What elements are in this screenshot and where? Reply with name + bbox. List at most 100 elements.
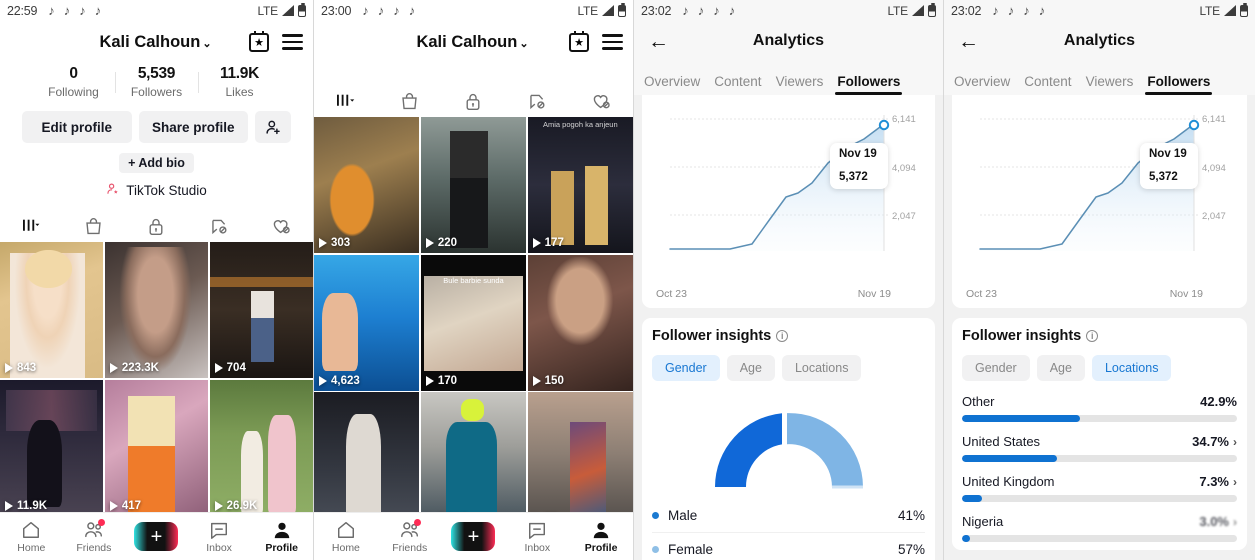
back-arrow-icon[interactable]: ← xyxy=(958,31,979,52)
video-cell[interactable]: 417 xyxy=(104,379,209,516)
followers-chart-card: 6,141 4,094 2,047 Nov 19 5,372 Oct 23 No… xyxy=(952,95,1247,308)
tab-viewers[interactable]: Viewers xyxy=(776,74,824,95)
profile-header: Kali Calhoun ⌄ ★ xyxy=(314,21,633,59)
nav-friends[interactable]: Friends xyxy=(378,519,442,554)
segment-gender[interactable]: Gender xyxy=(652,355,720,381)
y-tick-label: 6,141 xyxy=(1202,114,1226,125)
locations-list: Other 42.9% United States 34.7% › United… xyxy=(962,394,1237,542)
video-cell[interactable]: 223.3K xyxy=(104,242,209,378)
video-cell[interactable]: 26.9K xyxy=(209,379,313,516)
segment-age[interactable]: Age xyxy=(1036,355,1085,381)
profile-tab-videos[interactable] xyxy=(314,85,378,117)
tab-followers[interactable]: Followers xyxy=(1145,74,1213,95)
tiktok-studio-link[interactable]: TikTok Studio xyxy=(0,182,313,199)
followers-chart[interactable]: 6,141 4,094 2,047 Nov 19 5,372 xyxy=(962,101,1237,286)
add-bio-button[interactable]: + Add bio xyxy=(119,153,194,173)
video-cell[interactable]: 704 xyxy=(209,242,313,378)
video-cell[interactable]: 150 xyxy=(527,254,633,391)
lock-private-icon xyxy=(150,218,163,235)
profile-tab-repost[interactable] xyxy=(505,85,569,117)
stat-following[interactable]: 0 Following xyxy=(33,65,115,99)
segment-locations[interactable]: Locations xyxy=(1091,355,1172,381)
profile-tab-shop[interactable] xyxy=(63,210,126,242)
profile-tab-videos[interactable] xyxy=(0,210,63,242)
profile-tab-shop[interactable] xyxy=(378,85,442,117)
location-percent: 34.7% xyxy=(1192,434,1229,449)
nav-home[interactable]: Home xyxy=(0,519,63,554)
segment-gender[interactable]: Gender xyxy=(962,355,1030,381)
inbox-icon xyxy=(505,519,569,541)
hamburger-menu-icon[interactable] xyxy=(602,34,623,50)
calendar-star-icon[interactable]: ★ xyxy=(569,30,589,52)
profile-header: Kali Calhoun ⌄ ★ xyxy=(0,21,313,59)
video-grid: 843 223.3K 704 11.9K 417 26.9K xyxy=(0,242,313,516)
followers-chart[interactable]: 6,141 4,094 2,047 Nov 19 5,372 xyxy=(652,101,925,286)
video-cell[interactable]: 4,623 xyxy=(314,254,420,391)
create-plus-icon[interactable]: + xyxy=(451,522,496,551)
video-view-count-wrap: 11.9K xyxy=(5,500,47,512)
shopping-bag-icon xyxy=(402,92,417,109)
segment-age[interactable]: Age xyxy=(726,355,775,381)
panel-profile-1: 22:59 ♪ ♪ ♪ ♪ LTE Kali Calhoun ⌄ ★ 0 Fol… xyxy=(0,0,314,560)
nav-friends[interactable]: Friends xyxy=(63,519,126,554)
nav-label: Home xyxy=(17,542,46,554)
video-cell[interactable]: 843 xyxy=(0,242,104,378)
create-plus-icon[interactable]: + xyxy=(134,522,179,551)
add-person-icon[interactable] xyxy=(255,111,291,143)
profile-tabs xyxy=(314,85,633,117)
tooltip-date: Nov 19 xyxy=(1149,148,1187,160)
tab-overview[interactable]: Overview xyxy=(954,74,1010,95)
location-row[interactable]: Nigeria 3.0% › xyxy=(962,514,1237,542)
location-row[interactable]: United Kingdom 7.3% › xyxy=(962,474,1237,502)
tab-viewers[interactable]: Viewers xyxy=(1086,74,1134,95)
nav-profile[interactable]: Profile xyxy=(569,519,633,554)
profile-tab-repost[interactable] xyxy=(188,210,251,242)
stat-likes[interactable]: 11.9K Likes xyxy=(199,65,281,99)
video-cell[interactable]: Amia pogoh ka anjeun 177 xyxy=(527,117,633,253)
video-cell[interactable]: 121 xyxy=(314,392,420,528)
nav-home[interactable]: Home xyxy=(314,519,378,554)
video-cell[interactable]: Bule barbie sunda 170 xyxy=(420,254,527,391)
segment-locations[interactable]: Locations xyxy=(781,355,862,381)
video-view-count-wrap: 150 xyxy=(532,375,564,387)
share-profile-button[interactable]: Share profile xyxy=(138,111,248,143)
chevron-right-icon[interactable]: › xyxy=(1233,515,1237,529)
video-cell[interactable]: 303 xyxy=(314,117,420,253)
inbox-icon xyxy=(188,519,251,541)
nav-inbox[interactable]: Inbox xyxy=(505,519,569,554)
chevron-right-icon[interactable]: › xyxy=(1233,435,1237,449)
x-tick-start: Oct 23 xyxy=(966,288,997,300)
profile-username-button[interactable]: Kali Calhoun ⌄ xyxy=(10,33,249,52)
nav-create[interactable]: + xyxy=(442,522,506,551)
profile-tab-liked[interactable] xyxy=(250,210,313,242)
video-cell[interactable]: 3,104 xyxy=(420,392,527,528)
video-cell[interactable]: 11.9K xyxy=(0,379,104,516)
hamburger-menu-icon[interactable] xyxy=(282,34,303,50)
tab-content[interactable]: Content xyxy=(714,74,761,95)
profile-tab-liked[interactable] xyxy=(569,85,633,117)
profile-username-button[interactable]: Kali Calhoun ⌄ xyxy=(324,33,569,52)
nav-profile[interactable]: Profile xyxy=(250,519,313,554)
profile-tab-private[interactable] xyxy=(442,85,506,117)
back-arrow-icon[interactable]: ← xyxy=(648,31,669,52)
stat-followers[interactable]: 5,539 Followers xyxy=(116,65,198,99)
video-cell[interactable]: 220 xyxy=(420,117,527,253)
profile-tab-private[interactable] xyxy=(125,210,188,242)
network-label: LTE xyxy=(887,3,908,18)
tab-content[interactable]: Content xyxy=(1024,74,1071,95)
calendar-star-icon[interactable]: ★ xyxy=(249,30,269,52)
tiktok-note-icon: ♪ xyxy=(682,3,689,18)
edit-profile-button[interactable]: Edit profile xyxy=(22,111,132,143)
nav-inbox[interactable]: Inbox xyxy=(188,519,251,554)
nav-create[interactable]: + xyxy=(125,522,188,551)
tab-followers[interactable]: Followers xyxy=(835,74,903,95)
info-icon[interactable]: i xyxy=(1086,330,1099,342)
video-cell[interactable]: 98 xyxy=(527,392,633,528)
video-overlay-text: Bule barbie sunda xyxy=(443,276,504,286)
tiktok-note-icon: ♪ xyxy=(1023,3,1030,18)
info-icon[interactable]: i xyxy=(776,330,789,342)
tab-overview[interactable]: Overview xyxy=(644,74,700,95)
location-row[interactable]: United States 34.7% › xyxy=(962,434,1237,462)
profile-username: Kali Calhoun xyxy=(416,32,518,51)
chevron-right-icon[interactable]: › xyxy=(1233,475,1237,489)
